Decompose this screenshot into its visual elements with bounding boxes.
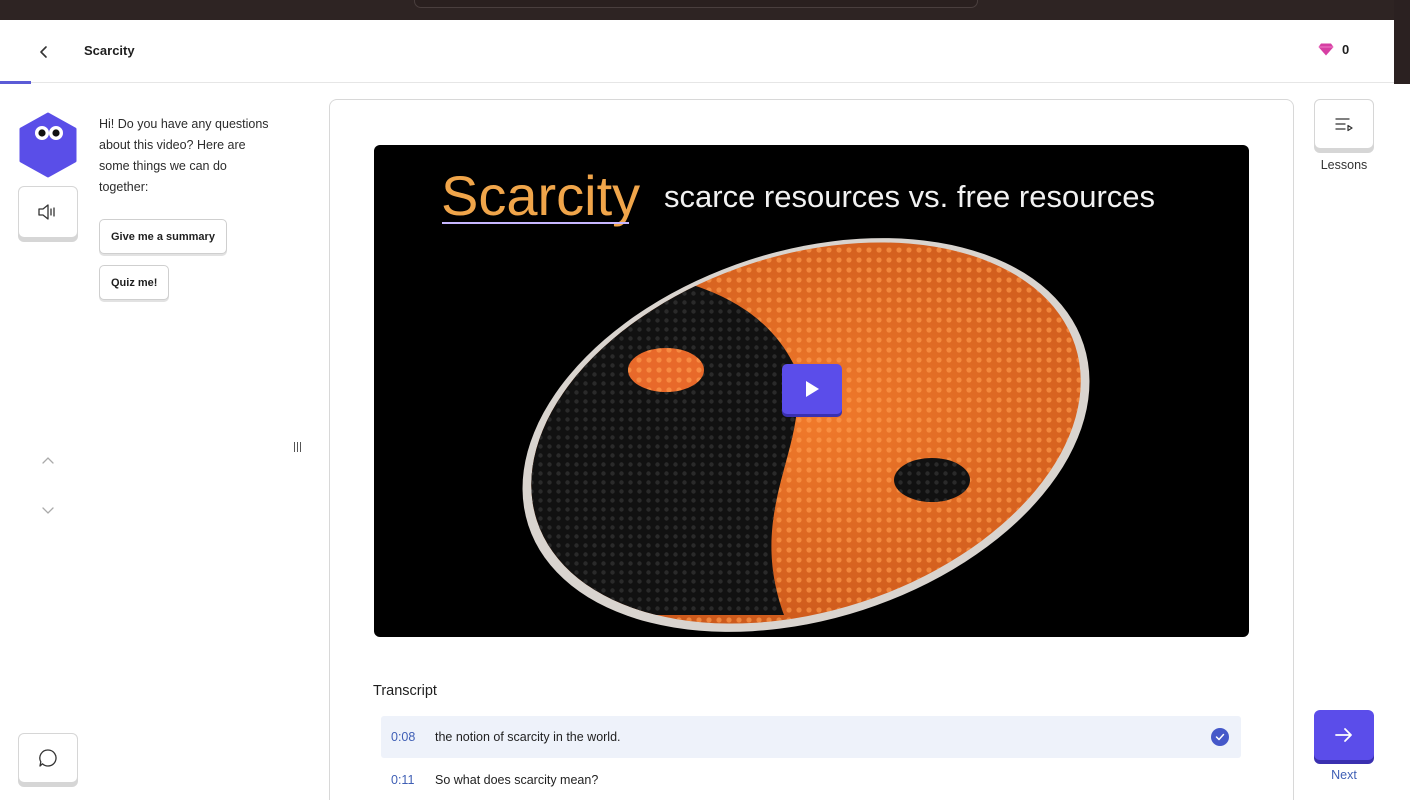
video-title: Scarcity bbox=[441, 164, 641, 227]
scroll-up-button[interactable] bbox=[38, 450, 58, 470]
browser-address-bar[interactable] bbox=[414, 0, 978, 8]
chevron-left-icon bbox=[40, 46, 47, 58]
video-subtitle: scarce resources vs. free resources bbox=[664, 179, 1156, 214]
play-icon bbox=[806, 381, 819, 397]
assistant-avatar bbox=[18, 112, 78, 178]
chat-bubble-icon bbox=[39, 749, 57, 767]
browser-edge bbox=[1394, 0, 1410, 800]
check-icon bbox=[1211, 728, 1229, 746]
next-label: Next bbox=[1331, 768, 1357, 782]
arrow-right-icon bbox=[1335, 728, 1352, 742]
gems-count: 0 bbox=[1342, 42, 1350, 57]
transcript-line[interactable]: 0:11 So what does scarcity mean? bbox=[381, 759, 1241, 800]
transcript-timestamp[interactable]: 0:08 bbox=[381, 730, 435, 744]
top-bar: Scarcity 0 bbox=[0, 20, 1394, 84]
lessons-label: Lessons bbox=[1320, 158, 1368, 172]
next-button[interactable] bbox=[1314, 710, 1374, 760]
gem-icon bbox=[1318, 43, 1334, 56]
transcript-text: the notion of scarcity in the world. bbox=[435, 730, 621, 744]
video-title-underline bbox=[442, 222, 629, 224]
chevron-down-icon bbox=[42, 507, 54, 514]
assistant-greeting: Hi! Do you have any questions about this… bbox=[99, 117, 269, 194]
app-window: Scarcity 0 Hi! Do you have any questions… bbox=[0, 20, 1394, 800]
panel-resize-handle[interactable] bbox=[290, 438, 304, 456]
scroll-down-button[interactable] bbox=[38, 501, 58, 521]
video-player[interactable]: Scarcity scarce resources vs. free resou… bbox=[374, 145, 1249, 637]
quiz-suggestion-button[interactable]: Quiz me! bbox=[99, 265, 170, 300]
transcript-line[interactable]: 0:08 the notion of scarcity in the world… bbox=[381, 716, 1241, 758]
transcript-heading: Transcript bbox=[373, 683, 437, 699]
back-button[interactable] bbox=[30, 38, 58, 66]
page-title: Scarcity bbox=[84, 43, 135, 58]
lesson-progress-bar bbox=[0, 81, 31, 84]
read-aloud-button[interactable] bbox=[18, 186, 78, 238]
lessons-button[interactable] bbox=[1314, 99, 1374, 149]
transcript-timestamp[interactable]: 0:11 bbox=[381, 773, 435, 787]
playlist-icon bbox=[1335, 118, 1353, 132]
play-button[interactable] bbox=[782, 364, 842, 414]
summary-suggestion-button[interactable]: Give me a summary bbox=[99, 219, 227, 254]
speaker-icon bbox=[38, 204, 55, 220]
chevron-up-icon bbox=[42, 457, 54, 464]
chat-button[interactable] bbox=[18, 733, 78, 783]
gems-counter[interactable]: 0 bbox=[1318, 42, 1349, 57]
transcript-text: So what does scarcity mean? bbox=[435, 773, 599, 787]
browser-chrome bbox=[0, 0, 1410, 20]
lesson-card: Scarcity scarce resources vs. free resou… bbox=[329, 99, 1294, 800]
hexagon-mascot-icon bbox=[19, 112, 77, 178]
